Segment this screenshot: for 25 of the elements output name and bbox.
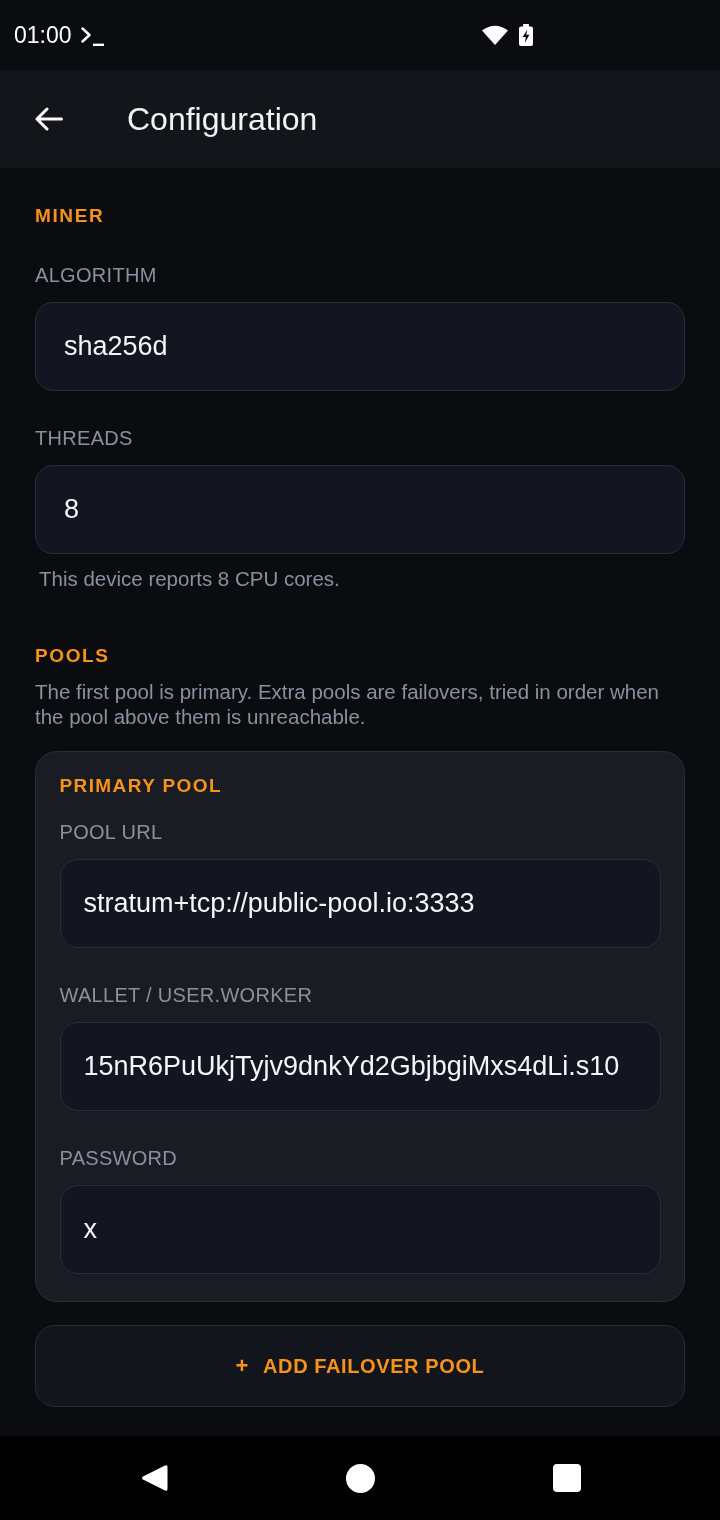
field-label: WALLET / USER.WORKER	[59, 983, 314, 1007]
back-arrow-icon[interactable]	[35, 107, 63, 131]
back-icon[interactable]	[139, 1463, 168, 1493]
text-field[interactable]: stratum+tcp://public-pool.io:3333	[59, 859, 661, 948]
section-heading: MINER	[35, 204, 106, 228]
home-icon[interactable]	[345, 1463, 375, 1493]
field-label: ALGORITHM	[35, 263, 158, 287]
add-failover-button[interactable]: + ADD FAILOVER POOL	[35, 1325, 685, 1407]
battery-charging-icon	[519, 24, 533, 46]
text-field[interactable]: sha256d	[35, 302, 685, 391]
section-description: The first pool is primary. Extra pools are failovers, tried in order when the pool above them is unreachable.	[35, 679, 660, 729]
helper-text: This device reports 8 CPU cores.	[38, 567, 341, 591]
text-field[interactable]: x	[59, 1185, 661, 1274]
section-heading: POOLS	[35, 644, 111, 668]
text-field[interactable]: 8	[35, 465, 685, 554]
field-label: POOL URL	[59, 820, 164, 844]
screen-title: Configuration	[127, 100, 318, 138]
recents-icon[interactable]	[552, 1464, 581, 1492]
text-field[interactable]: 15nR6PuUkjTyjv9dnkYd2GbjbgiMxs4dLi.s10	[59, 1022, 661, 1111]
card-title: PRIMARY POOL	[59, 774, 223, 798]
field-label: THREADS	[35, 426, 134, 450]
terminal-icon	[80, 26, 104, 46]
wifi-icon	[482, 25, 508, 45]
field-label: PASSWORD	[59, 1146, 179, 1170]
status-time: 01:00	[14, 22, 72, 48]
